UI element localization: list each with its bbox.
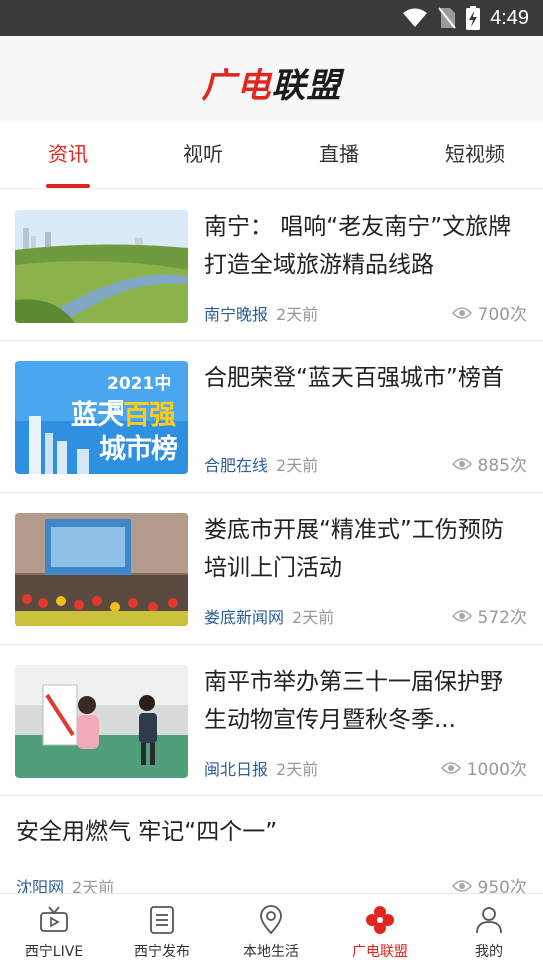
news-source[interactable]: 合肥在线 xyxy=(204,456,268,475)
news-source-line: 南宁晚报 2天前 xyxy=(204,301,318,325)
logo-part2: 联盟 xyxy=(271,66,342,106)
training-event-image xyxy=(15,513,188,626)
news-title[interactable]: 合肥荣登“蓝天百强城市”榜首 xyxy=(204,359,524,397)
children-activity-image xyxy=(15,665,188,778)
news-source-line: 娄底新闻网 2天前 xyxy=(204,604,334,628)
alliance-flower-icon xyxy=(366,906,394,934)
bottom-tab-bar: 西宁LIVE 西宁发布 本地生活 广电联盟 我的 xyxy=(0,893,543,967)
news-title[interactable]: 娄底市开展“精准式”工伤预防培训上门活动 xyxy=(204,511,524,587)
tabbar-label: 广电联盟 xyxy=(352,944,408,960)
tabbar-label: 我的 xyxy=(475,944,503,960)
news-thumbnail: 2021中国 蓝天百强 城市榜 xyxy=(15,361,188,474)
views-label: 700次 xyxy=(477,305,527,325)
news-source-line: 闽北日报 2天前 xyxy=(204,756,318,780)
views-label: 885次 xyxy=(477,456,527,476)
news-time: 2天前 xyxy=(276,305,319,324)
news-thumbnail xyxy=(15,665,188,778)
news-source[interactable]: 南宁晚报 xyxy=(204,305,268,324)
tab-live[interactable]: 直播 xyxy=(279,121,399,189)
news-source[interactable]: 娄底新闻网 xyxy=(204,608,284,627)
views-label: 572次 xyxy=(477,608,527,628)
tabbar-label: 西宁发布 xyxy=(134,944,190,960)
tv-icon xyxy=(40,906,68,932)
app-header: 广电联盟 xyxy=(0,36,543,121)
news-item[interactable]: 南宁： 唱响“老友南宁”文旅牌 打造全域旅游精品线路 南宁晚报 2天前 700次 xyxy=(0,190,543,341)
eye-icon xyxy=(451,457,472,470)
news-source[interactable]: 闽北日报 xyxy=(204,760,268,779)
view-count: 1000次 xyxy=(440,755,527,780)
status-icons: 4:49 xyxy=(402,6,529,30)
tabbar-label: 西宁LIVE xyxy=(24,944,84,960)
logo-part1: 广电 xyxy=(201,66,272,106)
news-title[interactable]: 安全用燃气 牢记“四个一” xyxy=(16,813,526,851)
document-list-icon xyxy=(150,906,174,934)
thumb-text-line3: 城市榜 xyxy=(99,434,178,465)
status-bar: 4:49 xyxy=(0,0,543,36)
news-item[interactable]: 南平市举办第三十一届保护野生动物宣传月暨秋冬季... 闽北日报 2天前 1000次 xyxy=(0,645,543,796)
app-logo: 广电联盟 xyxy=(0,58,543,107)
location-pin-icon xyxy=(260,905,282,935)
news-item[interactable]: 安全用燃气 牢记“四个一” 沈阳网 2天前 950次 xyxy=(0,796,543,898)
news-title[interactable]: 南平市举办第三十一届保护野生动物宣传月暨秋冬季... xyxy=(204,663,524,739)
tabbar-item-xining-release[interactable]: 西宁发布 xyxy=(108,894,216,967)
tab-news[interactable]: 资讯 xyxy=(8,121,128,189)
news-time: 2天前 xyxy=(276,456,319,475)
tab-audio-video[interactable]: 视听 xyxy=(143,121,263,189)
category-tabs: 资讯 视听 直播 短视频 xyxy=(0,121,543,189)
view-count: 700次 xyxy=(451,300,527,325)
views-label: 1000次 xyxy=(466,760,527,780)
news-time: 2天前 xyxy=(292,608,335,627)
no-sim-icon xyxy=(438,7,456,29)
eye-icon xyxy=(451,306,472,319)
news-item[interactable]: 2021中国 蓝天百强 城市榜 合肥荣登“蓝天百强城市”榜首 合肥在线 2天前 8… xyxy=(0,341,543,493)
news-item[interactable]: 娄底市开展“精准式”工伤预防培训上门活动 娄底新闻网 2天前 572次 xyxy=(0,493,543,645)
landscape-image xyxy=(15,210,188,323)
news-source-line: 合肥在线 2天前 xyxy=(204,452,318,476)
tab-short-video[interactable]: 短视频 xyxy=(415,121,535,189)
tabbar-item-local-life[interactable]: 本地生活 xyxy=(217,894,325,967)
eye-icon xyxy=(440,761,461,774)
active-tab-indicator xyxy=(46,184,90,188)
eye-icon xyxy=(451,879,472,892)
battery-charging-icon xyxy=(466,6,481,30)
status-time: 4:49 xyxy=(490,6,529,29)
tabbar-item-xining-live[interactable]: 西宁LIVE xyxy=(0,894,108,967)
view-count: 885次 xyxy=(451,451,527,476)
eye-icon xyxy=(451,609,472,622)
tabbar-label: 本地生活 xyxy=(243,944,299,960)
news-thumbnail xyxy=(15,513,188,626)
news-thumbnail xyxy=(15,210,188,323)
tabbar-item-mine[interactable]: 我的 xyxy=(435,894,543,967)
wifi-icon xyxy=(403,8,428,27)
news-time: 2天前 xyxy=(276,760,319,779)
view-count: 572次 xyxy=(451,603,527,628)
person-icon xyxy=(476,907,502,934)
news-title[interactable]: 南宁： 唱响“老友南宁”文旅牌 打造全域旅游精品线路 xyxy=(204,208,524,284)
tabbar-item-broadcast-alliance[interactable]: 广电联盟 xyxy=(326,894,434,967)
